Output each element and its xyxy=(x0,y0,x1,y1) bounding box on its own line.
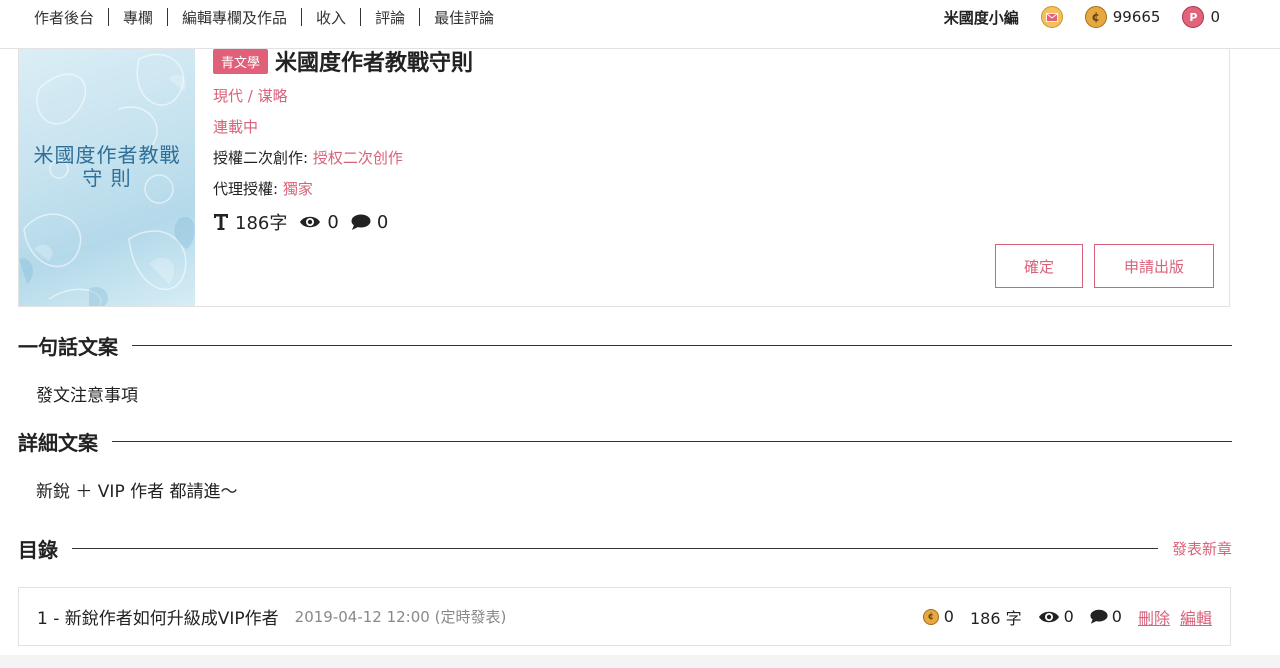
points-balance: 0 xyxy=(1210,8,1220,26)
confirm-button[interactable]: 確定 xyxy=(995,244,1083,288)
word-count: 186字 xyxy=(235,213,288,234)
nav-item-best-comments[interactable]: 最佳評論 xyxy=(420,7,508,28)
agency-rights-label: 代理授權: xyxy=(213,180,279,198)
edit-chapter-link[interactable]: 編輯 xyxy=(1180,605,1212,629)
chapter-comment-count: 0 xyxy=(1111,607,1122,626)
coin-icon: ¢ xyxy=(922,608,939,625)
page-bottom-band xyxy=(0,655,1280,668)
nav-item-income[interactable]: 收入 xyxy=(302,7,360,28)
username[interactable]: 米國度小編 xyxy=(944,7,1019,28)
detail-text: 新銳 ＋ VIP 作者 都請進〜 xyxy=(36,482,238,502)
apply-publish-button[interactable]: 申請出版 xyxy=(1094,244,1214,288)
tagline-text: 發文注意事項 xyxy=(36,386,138,406)
nav-item-edit-works[interactable]: 編輯專欄及作品 xyxy=(168,7,301,28)
book-card: 米國度作者教戰 守 則 青文學 米國度作者教戰守則 現代 / 谋略 連載中 授權… xyxy=(18,48,1230,307)
new-chapter-link[interactable]: 發表新章 xyxy=(1172,538,1232,559)
detail-section-header: 詳細文案 xyxy=(18,427,1232,456)
eye-icon xyxy=(299,215,321,229)
chapter-row: 1 - 新銳作者如何升級成VIP作者 2019-04-12 12:00 (定時發… xyxy=(18,587,1231,646)
cover-title: 米國度作者教戰 守 則 xyxy=(19,144,195,190)
title-row: 青文學 米國度作者教戰守則 xyxy=(213,45,473,77)
comment-count: 0 xyxy=(376,211,389,233)
toc-section-title: 目錄 xyxy=(18,538,58,562)
agency-rights: 代理授權: 獨家 xyxy=(213,178,313,199)
chapter-stats: ¢ 0 186 字 0 0 刪除 編輯 xyxy=(922,605,1212,629)
cover-title-line1: 米國度作者教戰 xyxy=(33,143,181,167)
cover-title-line2: 守 則 xyxy=(82,166,132,190)
book-cover[interactable]: 米國度作者教戰 守 則 xyxy=(19,49,195,306)
detail-section-title: 詳細文案 xyxy=(18,431,98,455)
toc-section-header: 目錄 發表新章 xyxy=(18,534,1232,563)
section-divider xyxy=(72,548,1158,549)
book-stats: 186字 0 0 xyxy=(213,209,400,235)
section-divider xyxy=(112,441,1232,442)
derivative-rights-label: 授權二次創作: xyxy=(213,149,309,167)
user-status-bar: 米國度小編 ¢ 99665 P 0 xyxy=(944,0,1220,34)
nav-item-column[interactable]: 專欄 xyxy=(109,7,167,28)
agency-rights-value: 獨家 xyxy=(282,180,313,198)
eye-icon xyxy=(1038,610,1060,624)
nav-item-author-dashboard[interactable]: 作者後台 xyxy=(20,7,108,28)
nav-menu: 作者後台 專欄 編輯專欄及作品 收入 評論 最佳評論 xyxy=(20,0,508,34)
view-count: 0 xyxy=(327,211,339,233)
points-icon: P xyxy=(1182,6,1205,28)
chapter-word-count: 186 字 xyxy=(969,608,1022,628)
book-status: 連載中 xyxy=(213,118,259,136)
top-navbar: 作者後台 專欄 編輯專欄及作品 收入 評論 最佳評論 米國度小編 ¢ 99665… xyxy=(0,0,1280,49)
nav-item-comments[interactable]: 評論 xyxy=(361,7,419,28)
book-category[interactable]: 現代 / 谋略 xyxy=(213,85,288,106)
derivative-rights-value: 授权二次创作 xyxy=(312,149,403,167)
chapter-date: 2019-04-12 12:00 (定時發表) xyxy=(294,608,507,626)
chapter-coin-count: 0 xyxy=(943,607,954,626)
comment-icon xyxy=(351,214,371,231)
coin-icon: ¢ xyxy=(1084,6,1107,28)
chapter-view-count: 0 xyxy=(1063,607,1074,626)
tagline-section-title: 一句話文案 xyxy=(18,335,118,359)
derivative-rights: 授權二次創作: 授权二次创作 xyxy=(213,147,403,168)
coin-balance: 99665 xyxy=(1112,8,1161,26)
text-icon xyxy=(213,213,229,231)
genre-tag: 青文學 xyxy=(213,48,269,74)
delete-chapter-link[interactable]: 刪除 xyxy=(1138,605,1170,629)
chapter-title[interactable]: 1 - 新銳作者如何升級成VIP作者 xyxy=(37,604,279,629)
book-title: 米國度作者教戰守則 xyxy=(275,51,474,76)
tagline-section-header: 一句話文案 xyxy=(18,331,1232,360)
mail-icon[interactable] xyxy=(1040,6,1063,28)
section-divider xyxy=(132,345,1232,346)
comment-icon xyxy=(1090,609,1108,625)
